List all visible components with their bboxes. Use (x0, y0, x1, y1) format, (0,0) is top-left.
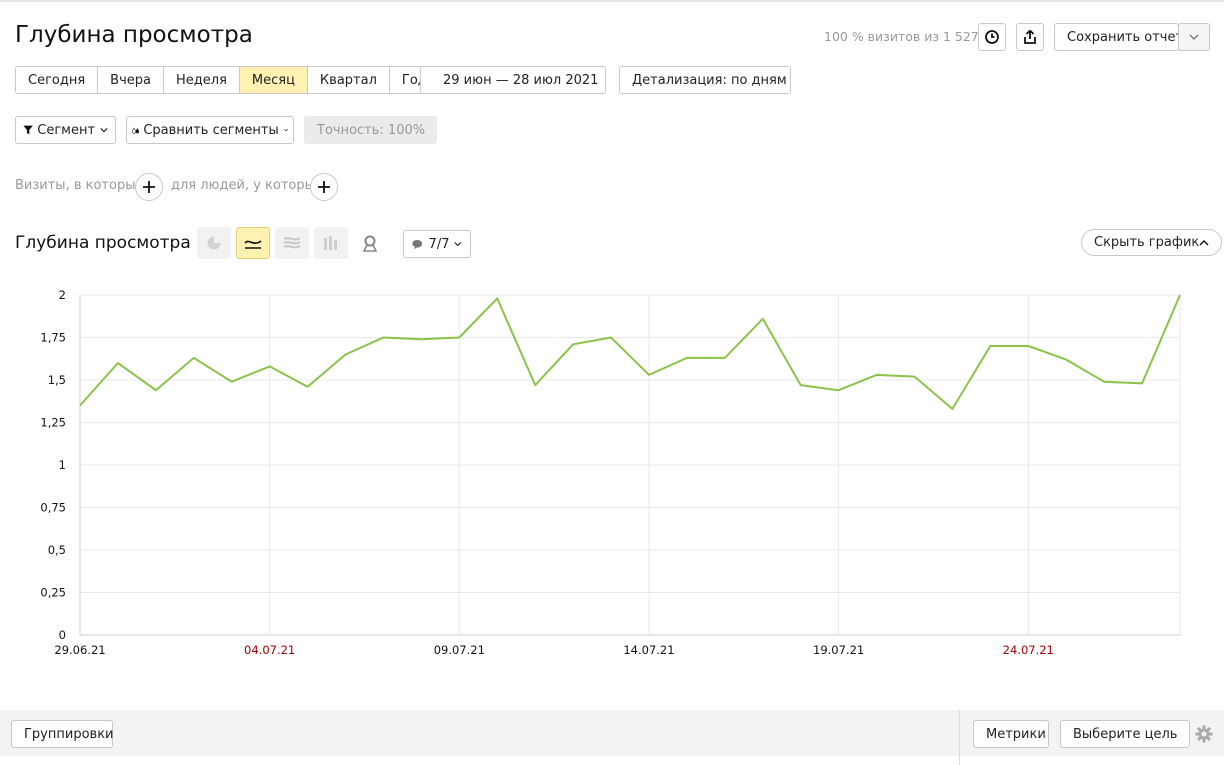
series-selector[interactable]: 7/7 (403, 230, 471, 258)
chevron-down-icon (454, 242, 462, 247)
metrics-button[interactable]: Метрики (973, 720, 1049, 748)
visits-info: 100 % визитов из 1 527 (824, 29, 979, 44)
save-report-button[interactable]: Сохранить отчет (1054, 23, 1183, 51)
x-tick-label: 04.07.21 (244, 643, 295, 657)
x-tick-label: 19.07.21 (813, 643, 864, 657)
y-tick-label: 0 (59, 628, 66, 642)
x-tick-label: 29.06.21 (54, 643, 105, 657)
y-tick-label: 1,75 (40, 331, 66, 345)
hide-chart-button[interactable]: Скрыть график (1081, 229, 1223, 256)
chart-type-pie-button[interactable] (197, 227, 231, 259)
period-selector: Сегодня Вчера Неделя Месяц Квартал Год (15, 66, 440, 94)
depth-line-chart: 2 1,75 1,5 1,25 1 0,75 0,5 0,25 029.06.21 04.07.2… (40, 288, 1181, 657)
period-yesterday[interactable]: Вчера (98, 67, 164, 93)
period-today[interactable]: Сегодня (16, 67, 99, 93)
date-range-picker[interactable]: 29 июн — 28 июл 2021 (420, 66, 606, 94)
page-title: Глубина просмотра (15, 22, 253, 48)
accuracy-label: Точность: 100% (317, 122, 426, 138)
hide-chart-label: Скрыть график (1094, 235, 1200, 250)
settings-button[interactable] (1195, 725, 1213, 743)
people-filter-label: для людей, у которых (171, 178, 323, 193)
map-pin-icon (362, 235, 378, 252)
clock-icon (985, 30, 999, 44)
y-tick-label: 0,75 (40, 501, 66, 515)
goal-dropdown[interactable]: Выберите цель (1060, 720, 1190, 748)
export-button[interactable] (1016, 23, 1044, 51)
y-tick-label: 2 (59, 288, 66, 302)
compare-drops-icon (132, 127, 140, 133)
goal-label: Выберите цель (1073, 726, 1178, 742)
x-tick-label: 09.07.21 (434, 643, 485, 657)
share-icon (1024, 29, 1036, 44)
detail-dropdown[interactable]: Детализация: по дням (619, 66, 791, 94)
y-tick-label: 0,5 (48, 543, 66, 557)
groupings-button[interactable]: Группировки (11, 720, 114, 748)
filter-icon (23, 125, 33, 135)
chevron-down-icon (100, 128, 108, 133)
line-chart-icon (244, 240, 262, 249)
footer-gap (960, 756, 1224, 765)
visits-filter-label: Визиты, в которых (15, 178, 144, 193)
bar-chart-icon (324, 236, 337, 250)
segment-label: Сегмент (37, 122, 96, 138)
chart-title: Глубина просмотра (15, 233, 191, 253)
groupings-label: Группировки (24, 726, 114, 742)
add-people-filter-button[interactable] (310, 173, 338, 201)
period-week[interactable]: Неделя (164, 67, 240, 93)
compare-segments-button[interactable]: Сравнить сегменты (126, 116, 294, 144)
y-tick-label: 0,25 (40, 586, 66, 600)
history-button[interactable] (978, 23, 1006, 51)
area-chart-icon (283, 237, 301, 249)
add-visit-filter-button[interactable] (135, 173, 163, 201)
plus-icon (318, 181, 330, 193)
period-quarter[interactable]: Квартал (307, 67, 390, 93)
comment-icon (412, 239, 423, 249)
chart-type-line-button[interactable] (236, 227, 270, 259)
date-range-label: 29 июн — 28 июл 2021 (443, 72, 599, 88)
chart-type-map-button[interactable] (353, 227, 387, 259)
x-tick-label: 24.07.21 (1003, 643, 1054, 657)
chevron-down-icon (283, 128, 288, 132)
chart-type-bar-button[interactable] (314, 227, 348, 259)
segment-button[interactable]: Сегмент (15, 116, 116, 144)
save-report-label: Сохранить отчет (1067, 29, 1184, 45)
chart-type-area-button[interactable] (275, 227, 309, 259)
series-count: 7/7 (428, 236, 450, 252)
metrics-label: Метрики (986, 726, 1046, 742)
plus-icon (143, 181, 155, 193)
accuracy-dropdown[interactable]: Точность: 100% (304, 116, 437, 144)
chevron-up-icon (1199, 239, 1209, 245)
chevron-down-icon (1189, 34, 1199, 40)
series-line (79, 294, 1181, 410)
top-border (0, 0, 1224, 2)
y-tick-label: 1,5 (48, 373, 66, 387)
period-month[interactable]: Месяц (239, 67, 308, 93)
gear-icon (1195, 725, 1213, 743)
pie-chart-icon (207, 236, 221, 250)
save-options-button[interactable] (1178, 23, 1210, 51)
detail-label: Детализация: по дням (632, 72, 787, 88)
compare-segments-label: Сравнить сегменты (143, 122, 279, 138)
x-tick-label: 14.07.21 (623, 643, 674, 657)
y-tick-label: 1,25 (40, 416, 66, 430)
y-tick-label: 1 (59, 458, 66, 472)
